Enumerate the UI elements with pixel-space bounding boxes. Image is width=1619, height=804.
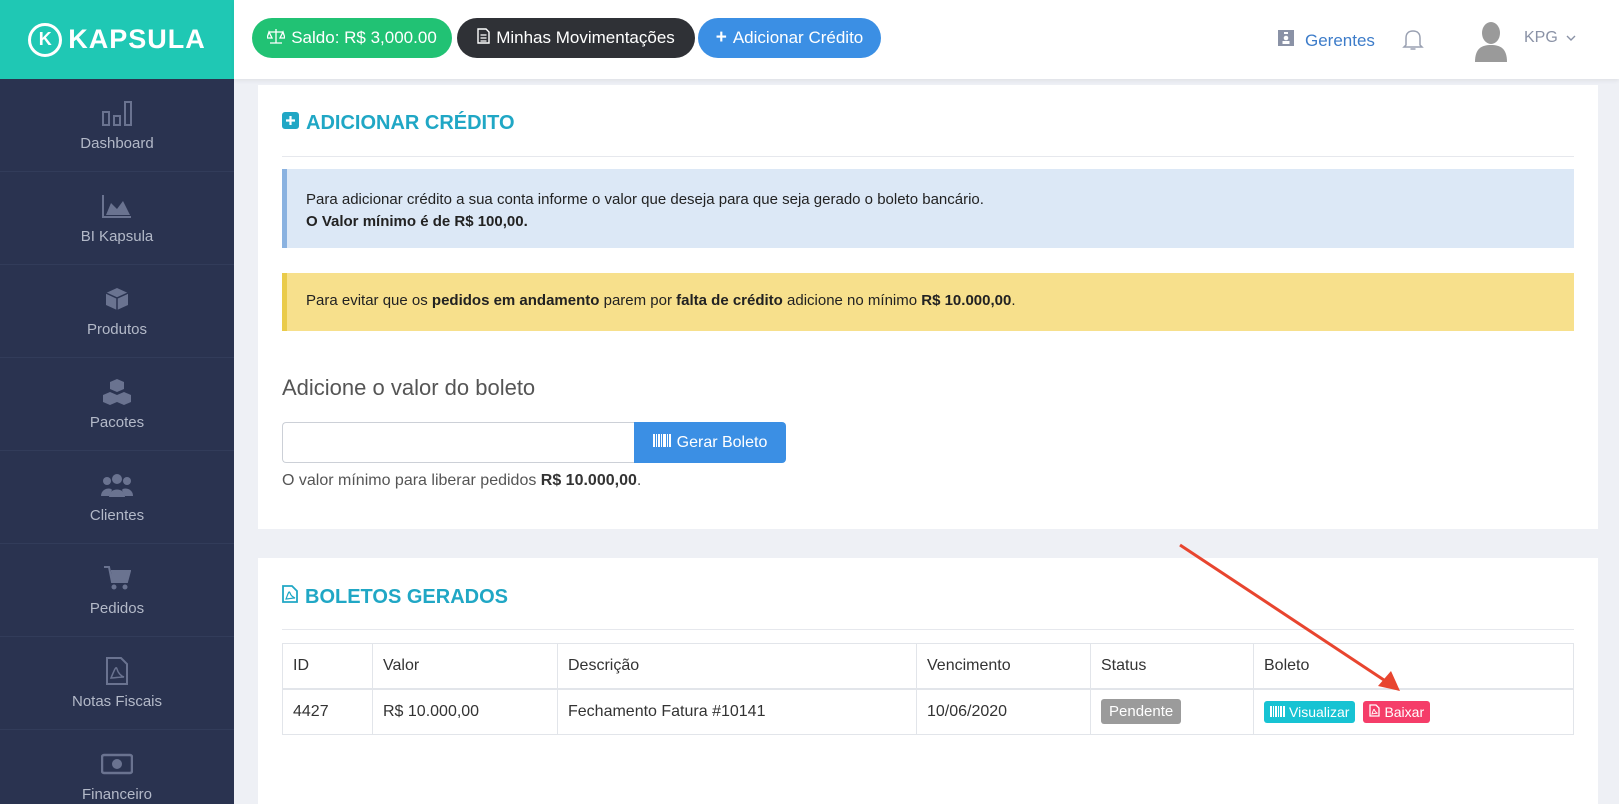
warning-text: adicione no mínimo bbox=[782, 292, 922, 309]
sidebar-item-financeiro[interactable]: Financeiro bbox=[0, 730, 234, 804]
cart-icon bbox=[100, 564, 134, 592]
cell-boleto: Visualizar Baixar bbox=[1253, 688, 1574, 735]
minimum-hint: O valor mínimo para liberar pedidos R$ 1… bbox=[282, 472, 641, 490]
bar-chart-icon bbox=[100, 99, 134, 127]
sidebar-item-bi-kapsula[interactable]: BI Kapsula bbox=[0, 172, 234, 265]
sidebar-item-label: Pacotes bbox=[89, 413, 145, 431]
avatar[interactable] bbox=[1472, 20, 1510, 62]
add-credit-card: ADICIONAR CRÉDITO Para adicionar crédito… bbox=[258, 85, 1598, 529]
gerentes-label: Gerentes bbox=[1305, 30, 1375, 50]
sidebar-item-label: Pedidos bbox=[89, 599, 145, 617]
sidebar-item-label: Financeiro bbox=[81, 785, 153, 803]
hint-amount: R$ 10.000,00 bbox=[540, 472, 637, 489]
column-header[interactable]: Vencimento bbox=[916, 643, 1091, 690]
info-alert-minimum: O Valor mínimo é de R$ 100,00. bbox=[306, 213, 528, 230]
kapsula-logo-icon: K bbox=[28, 22, 63, 57]
brand-logo[interactable]: K KAPSULA bbox=[0, 0, 234, 79]
saldo-button[interactable]: Saldo: R$ 3,000.00 bbox=[252, 18, 452, 58]
column-header[interactable]: Status bbox=[1090, 643, 1254, 690]
hint-text: . bbox=[636, 472, 642, 489]
visualizar-label: Visualizar bbox=[1289, 703, 1350, 720]
cubes-icon bbox=[100, 378, 134, 406]
area-chart-icon bbox=[100, 192, 134, 220]
warning-emphasis: pedidos em andamento bbox=[431, 292, 600, 309]
document-icon bbox=[477, 27, 490, 49]
pdf-file-icon bbox=[100, 656, 134, 685]
add-credit-title: ADICIONAR CRÉDITO bbox=[306, 112, 515, 134]
boletos-title: BOLETOS GERADOS bbox=[305, 585, 508, 608]
pdf-file-icon bbox=[282, 585, 298, 609]
divider bbox=[282, 629, 1574, 630]
boletos-heading: BOLETOS GERADOS bbox=[282, 585, 508, 609]
boletos-table: ID Valor Descrição Vencimento Status Bol… bbox=[282, 643, 1574, 735]
info-alert-text: Para adicionar crédito a sua conta infor… bbox=[306, 191, 984, 208]
bell-icon[interactable] bbox=[1402, 28, 1424, 57]
sidebar-item-notas-fiscais[interactable]: Notas Fiscais bbox=[0, 637, 234, 730]
column-header[interactable]: Descrição bbox=[557, 643, 917, 690]
topbar: Saldo: R$ 3,000.00 Minhas Movimentações … bbox=[234, 0, 1619, 79]
sidebar-item-pacotes[interactable]: Pacotes bbox=[0, 358, 234, 451]
add-credit-heading: ADICIONAR CRÉDITO bbox=[282, 112, 515, 135]
barcode-icon bbox=[652, 433, 671, 452]
sidebar-item-label: BI Kapsula bbox=[80, 227, 154, 245]
movimentacoes-button[interactable]: Minhas Movimentações bbox=[457, 18, 695, 58]
warning-text: . bbox=[1011, 292, 1016, 309]
barcode-icon bbox=[1270, 704, 1285, 720]
sidebar-item-produtos[interactable]: Produtos bbox=[0, 265, 234, 358]
saldo-label: Saldo: R$ 3,000.00 bbox=[291, 28, 437, 47]
sidebar-item-label: Notas Fiscais bbox=[71, 692, 163, 710]
warning-text: Para evitar que os bbox=[306, 292, 432, 309]
sidebar-item-clientes[interactable]: Clientes bbox=[0, 451, 234, 544]
gerar-boleto-label: Gerar Boleto bbox=[676, 433, 768, 451]
sidebar-item-dashboard[interactable]: Dashboard bbox=[0, 79, 234, 172]
cell-status: Pendente bbox=[1090, 688, 1254, 735]
table-row: 4427 R$ 10.000,00 Fechamento Fatura #101… bbox=[282, 688, 1574, 735]
user-name: KPG bbox=[1524, 29, 1558, 46]
gerentes-link[interactable]: Gerentes bbox=[1277, 29, 1375, 52]
warning-amount: R$ 10.000,00 bbox=[921, 292, 1012, 309]
plus-square-icon bbox=[282, 112, 299, 135]
boletos-card: BOLETOS GERADOS ID Valor Descrição Venci… bbox=[258, 558, 1598, 804]
visualizar-button[interactable]: Visualizar bbox=[1264, 700, 1356, 723]
warning-text: parem por bbox=[599, 292, 677, 309]
user-menu[interactable]: KPG bbox=[1524, 29, 1576, 47]
sidebar-item-label: Dashboard bbox=[80, 134, 154, 152]
column-header[interactable]: ID bbox=[282, 643, 373, 690]
brand-name: KAPSULA bbox=[68, 24, 206, 54]
baixar-button[interactable]: Baixar bbox=[1363, 700, 1431, 723]
sidebar: K KAPSULA Dashboard BI Kapsula Produtos … bbox=[0, 0, 234, 804]
hint-text: O valor mínimo para liberar pedidos bbox=[282, 472, 541, 489]
pdf-file-icon bbox=[1369, 704, 1381, 720]
plus-icon: + bbox=[715, 27, 727, 48]
warning-alert: Para evitar que os pedidos em andamento … bbox=[282, 273, 1574, 331]
sidebar-item-label: Clientes bbox=[89, 506, 145, 524]
info-alert: Para adicionar crédito a sua conta infor… bbox=[282, 169, 1574, 248]
gerar-boleto-button[interactable]: Gerar Boleto bbox=[634, 422, 786, 463]
chevron-down-icon bbox=[1566, 29, 1576, 47]
status-badge: Pendente bbox=[1101, 699, 1182, 725]
baixar-label: Baixar bbox=[1384, 703, 1425, 720]
column-header[interactable]: Valor bbox=[372, 643, 558, 690]
column-header[interactable]: Boleto bbox=[1253, 643, 1574, 690]
sidebar-item-label: Produtos bbox=[86, 320, 148, 338]
cell-id: 4427 bbox=[282, 688, 373, 735]
boleto-value-input[interactable] bbox=[282, 422, 635, 463]
cell-vencimento: 10/06/2020 bbox=[916, 688, 1091, 735]
add-credit-label: Adicionar Crédito bbox=[732, 28, 864, 47]
cell-descricao: Fechamento Fatura #10141 bbox=[557, 688, 917, 735]
movimentacoes-label: Minhas Movimentações bbox=[496, 28, 675, 47]
warning-emphasis: falta de crédito bbox=[676, 292, 783, 309]
cell-valor: R$ 10.000,00 bbox=[372, 688, 558, 735]
table-header-row: ID Valor Descrição Vencimento Status Bol… bbox=[282, 643, 1574, 690]
balance-scale-icon bbox=[266, 28, 287, 49]
money-icon bbox=[100, 750, 134, 778]
sidebar-item-pedidos[interactable]: Pedidos bbox=[0, 544, 234, 637]
add-credit-button[interactable]: + Adicionar Crédito bbox=[698, 18, 881, 58]
cube-icon bbox=[100, 285, 134, 313]
divider bbox=[282, 156, 1574, 157]
boleto-value-label: Adicione o valor do boleto bbox=[282, 375, 536, 400]
id-badge-icon bbox=[1277, 29, 1295, 52]
users-icon bbox=[100, 471, 134, 499]
